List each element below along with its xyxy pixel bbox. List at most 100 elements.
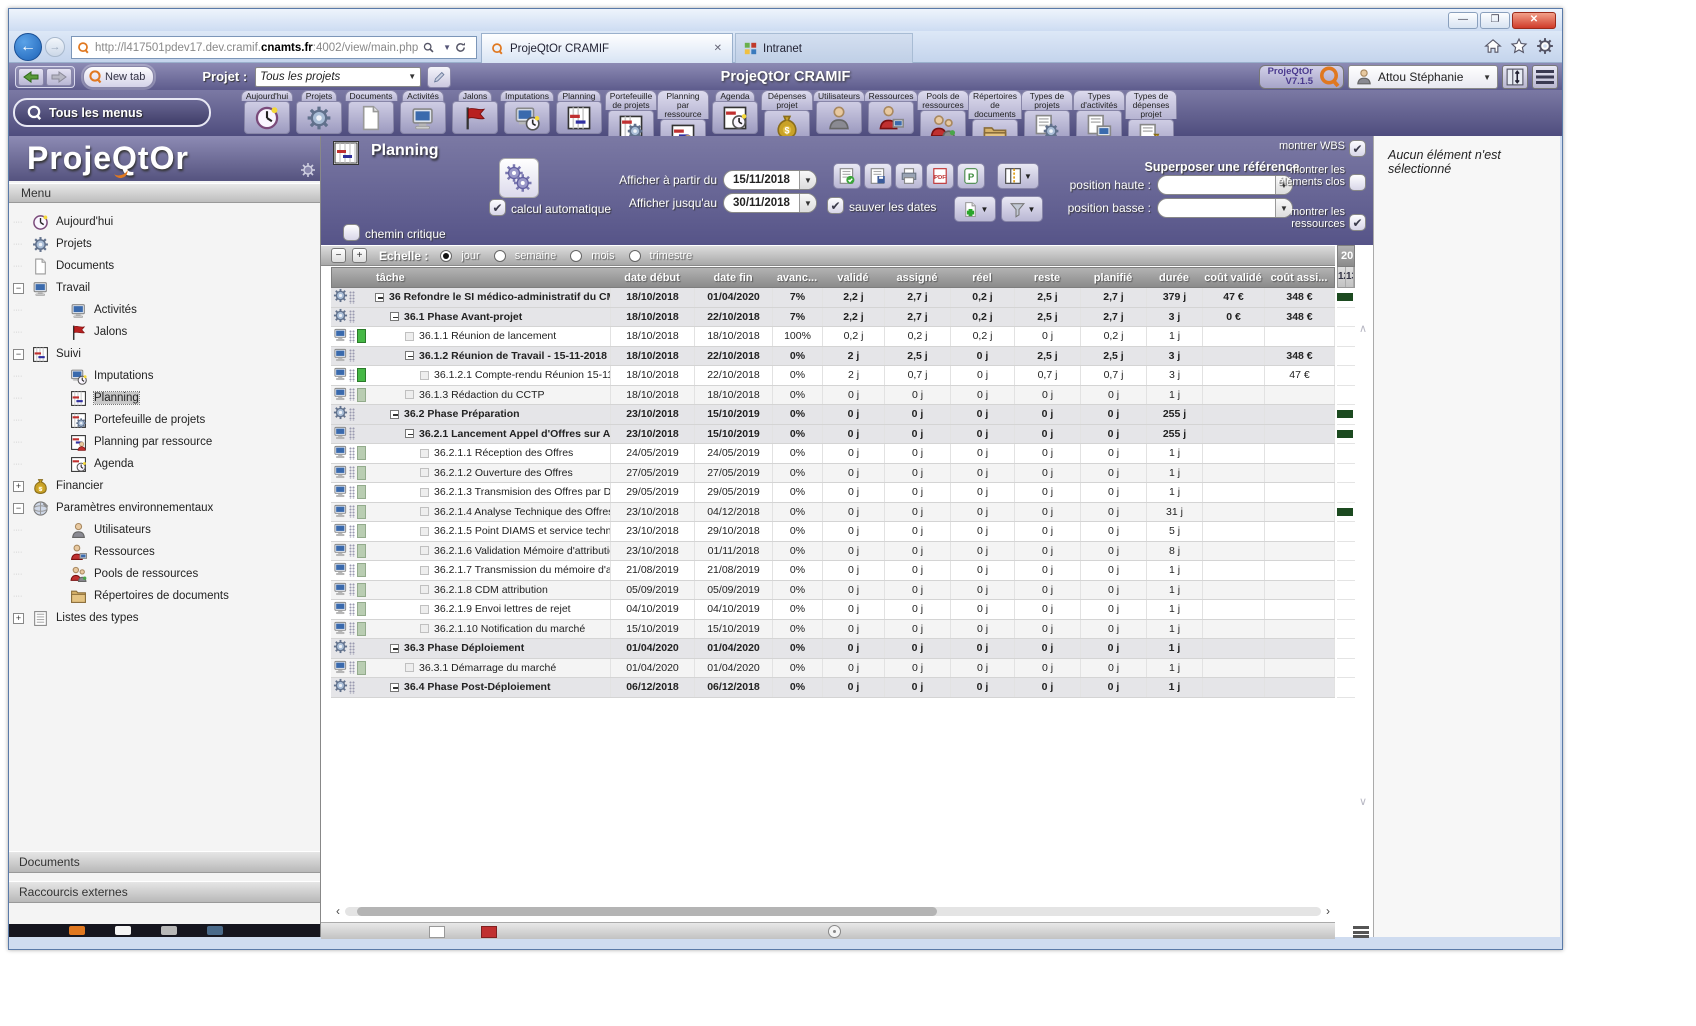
task-row-36-2-1-6[interactable]: 36.2.1.6 Validation Mémoire d'attributio… xyxy=(331,542,1335,562)
task-row-36-4[interactable]: 36.4 Phase Post-Déploiement06/12/201806/… xyxy=(331,678,1335,698)
tab-projeqtor[interactable]: ProjeQtOr CRAMIF ✕ xyxy=(481,33,733,63)
from-date-select[interactable]: 15/11/2018▼ xyxy=(723,170,817,190)
footer-icon-orange[interactable] xyxy=(69,926,85,935)
favorites-star-icon[interactable] xyxy=(1510,37,1528,55)
row-collapse-toggle[interactable] xyxy=(390,312,399,321)
horizontal-scrollbar[interactable]: ‹ › xyxy=(331,904,1335,918)
toolbar-item-button[interactable] xyxy=(400,101,446,134)
browser-back-button[interactable]: ← xyxy=(14,33,42,61)
drag-handle-icon[interactable] xyxy=(349,661,355,674)
scale-radio-semaine[interactable] xyxy=(494,250,506,262)
save-dates-checkbox[interactable] xyxy=(827,197,844,214)
home-icon[interactable] xyxy=(1484,37,1502,55)
column-header[interactable]: durée xyxy=(1146,272,1202,284)
drag-handle-icon[interactable] xyxy=(349,369,355,382)
sidebar-item-activit-s[interactable]: ····Activités xyxy=(9,299,320,321)
column-header[interactable]: date début xyxy=(610,272,694,284)
to-date-select[interactable]: 30/11/2018▼ xyxy=(723,193,817,213)
sidebar-item-planning-par-ressource[interactable]: ····Planning par ressource xyxy=(9,431,320,453)
collapse-toggle[interactable]: − xyxy=(13,503,24,514)
row-collapse-toggle[interactable] xyxy=(405,351,414,360)
recalculate-button[interactable] xyxy=(499,158,539,198)
expand-toggle[interactable]: + xyxy=(13,481,24,492)
save-list-button[interactable] xyxy=(864,163,892,189)
drag-handle-icon[interactable] xyxy=(349,486,355,499)
scale-radio-mois[interactable] xyxy=(570,250,582,262)
new-tab-button[interactable]: New tab xyxy=(83,66,154,88)
task-row-36-2-1-5[interactable]: 36.2.1.5 Point DIAMS et service techniqu… xyxy=(331,522,1335,542)
search-caret-icon[interactable]: ▼ xyxy=(443,43,451,52)
scale-radio-trimestre[interactable] xyxy=(629,250,641,262)
toolbar-item-button[interactable] xyxy=(296,101,342,134)
drag-handle-icon[interactable] xyxy=(349,466,355,479)
drag-handle-icon[interactable] xyxy=(349,349,355,362)
scroll-left-icon[interactable]: ‹ xyxy=(331,904,345,918)
drag-handle-icon[interactable] xyxy=(349,408,355,421)
drag-handle-icon[interactable] xyxy=(349,330,355,343)
toolbar-item-button[interactable] xyxy=(712,101,758,134)
sidebar-shortcuts-bar[interactable]: Raccourcis externes xyxy=(9,881,320,903)
app-forward-button[interactable] xyxy=(46,68,72,86)
drag-handle-icon[interactable] xyxy=(349,427,355,440)
resize-panels-button[interactable] xyxy=(1502,65,1528,89)
tab-intranet[interactable]: Intranet xyxy=(735,33,913,63)
drag-handle-icon[interactable] xyxy=(349,310,355,323)
show-wbs-checkbox[interactable] xyxy=(1349,140,1366,157)
url-text[interactable]: http://l417501pdev17.dev.cramif.cnamts.f… xyxy=(95,42,422,54)
browser-forward-button[interactable]: → xyxy=(45,37,65,57)
restore-button[interactable]: ❐ xyxy=(1480,12,1510,29)
scroll-right-icon[interactable]: › xyxy=(1321,904,1335,918)
footer-white-icon[interactable] xyxy=(429,926,445,938)
calc-auto-checkbox[interactable] xyxy=(489,199,506,216)
column-header[interactable]: date fin xyxy=(694,272,772,284)
toolbar-item-button[interactable] xyxy=(868,101,914,134)
footer-icon-blue[interactable] xyxy=(207,926,223,935)
app-back-button[interactable] xyxy=(18,68,44,86)
task-row-36-1-3[interactable]: 36.1.3 Rédaction du CCTP18/10/201818/10/… xyxy=(331,386,1335,406)
drag-handle-icon[interactable] xyxy=(349,447,355,460)
sidebar-item-projets[interactable]: ····Projets xyxy=(9,233,320,255)
critical-path-checkbox[interactable] xyxy=(343,224,360,241)
task-row-36[interactable]: 36 Refondre le SI médico-administratif d… xyxy=(331,288,1335,308)
sidebar-item-ressources[interactable]: ····Ressources xyxy=(9,541,320,563)
row-collapse-toggle[interactable] xyxy=(390,644,399,653)
drag-handle-icon[interactable] xyxy=(349,681,355,694)
gantt-bar[interactable] xyxy=(1337,508,1353,516)
refresh-icon[interactable] xyxy=(454,41,467,54)
task-row-36-2-1[interactable]: 36.2.1 Lancement Appel d'Offres sur Ach.… xyxy=(331,425,1335,445)
sidebar-item-documents[interactable]: ····Documents xyxy=(9,255,320,277)
drag-handle-icon[interactable] xyxy=(349,622,355,635)
footer-red-icon[interactable] xyxy=(481,926,497,938)
task-row-36-2-1-1[interactable]: 36.2.1.1 Réception des Offres24/05/20192… xyxy=(331,444,1335,464)
task-row-36-2-1-10[interactable]: 36.2.1.10 Notification du marché15/10/20… xyxy=(331,620,1335,640)
row-collapse-toggle[interactable] xyxy=(375,293,384,302)
all-menus-button[interactable]: Tous les menus xyxy=(13,98,211,127)
column-header[interactable]: validé xyxy=(822,272,884,284)
sidebar-item-travail[interactable]: −Travail xyxy=(9,277,320,299)
drag-handle-icon[interactable] xyxy=(349,505,355,518)
drag-handle-icon[interactable] xyxy=(349,544,355,557)
collapse-toggle[interactable]: − xyxy=(13,283,24,294)
row-collapse-toggle[interactable] xyxy=(390,683,399,692)
drag-handle-icon[interactable] xyxy=(349,603,355,616)
scale-radio-jour[interactable] xyxy=(440,250,452,262)
task-row-36-2-1-2[interactable]: 36.2.1.2 Ouverture des Offres27/05/20192… xyxy=(331,464,1335,484)
task-row-36-1-2[interactable]: 36.1.2 Réunion de Travail - 15-11-201818… xyxy=(331,347,1335,367)
sidebar-item-r-pertoires-de-documents[interactable]: ····Répertoires de documents xyxy=(9,585,320,607)
vertical-scrollbar[interactable]: ∧∨ xyxy=(1357,267,1373,827)
grid-menu-icon[interactable] xyxy=(1353,926,1369,938)
gantt-bar[interactable] xyxy=(1337,410,1353,418)
sidebar-item-financier[interactable]: +$Financier xyxy=(9,475,320,497)
column-header[interactable]: tâche xyxy=(332,272,610,284)
task-row-36-2-1-3[interactable]: 36.2.1.3 Transmision des Offres par DIAM… xyxy=(331,483,1335,503)
sidebar-item-agenda[interactable]: ····Agenda xyxy=(9,453,320,475)
minimize-button[interactable]: — xyxy=(1448,12,1478,29)
show-resources-checkbox[interactable] xyxy=(1349,214,1366,231)
task-row-36-1[interactable]: 36.1 Phase Avant-projet18/10/201822/10/2… xyxy=(331,308,1335,328)
filter-button[interactable]: ▼ xyxy=(1001,196,1043,222)
sidebar-item-listes-des-types[interactable]: +Listes des types xyxy=(9,607,320,629)
column-header[interactable]: planifié xyxy=(1080,272,1146,284)
chevron-down-icon[interactable]: ▼ xyxy=(799,171,816,189)
menu-burger-button[interactable] xyxy=(1532,65,1558,89)
add-document-button[interactable]: ▼ xyxy=(954,196,996,222)
